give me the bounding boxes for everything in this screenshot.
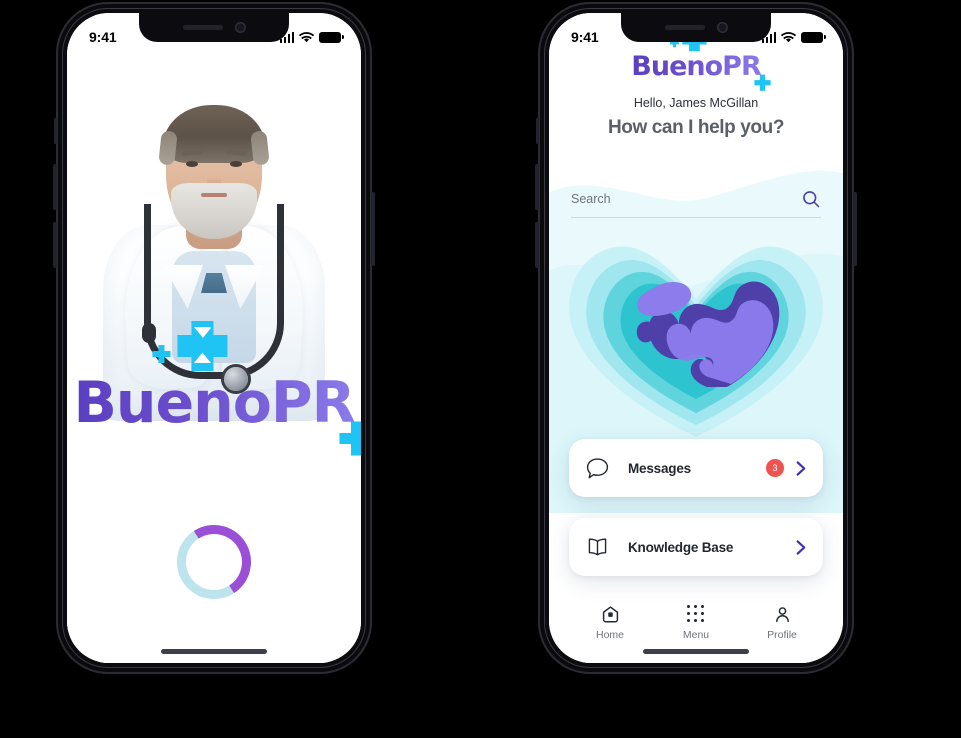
splash-content: BuenoPR xyxy=(67,13,361,663)
front-camera xyxy=(234,22,246,33)
home-screen: BuenoPR Hello, James McGillan How can I … xyxy=(549,13,843,663)
chevron-right-icon[interactable] xyxy=(793,539,808,556)
card-label: Knowledge Base xyxy=(628,539,734,555)
home-icon xyxy=(601,604,620,624)
loading-spinner-icon xyxy=(177,525,251,599)
volume-up-button[interactable] xyxy=(53,164,57,210)
greeting-text: Hello, James McGillan xyxy=(633,96,759,110)
card-label: Messages xyxy=(628,460,691,476)
home-content: BuenoPR Hello, James McGillan How can I … xyxy=(549,13,843,663)
tab-label: Menu xyxy=(682,629,710,641)
screenshot-stage: BuenoPR 9:41 BuenoPR Hello, James McGill… xyxy=(0,0,961,738)
status-badge: 3 xyxy=(766,459,784,477)
open-book-icon xyxy=(584,534,610,560)
hourglass-cross-icon xyxy=(152,321,228,371)
tab-label: Profile xyxy=(767,629,797,641)
home-indicator[interactable] xyxy=(643,649,749,654)
search-bar[interactable] xyxy=(571,189,821,218)
app-logo-splash: BuenoPR xyxy=(73,321,361,456)
earpiece-speaker xyxy=(664,25,705,30)
chat-bubble-icon xyxy=(584,455,610,481)
power-button[interactable] xyxy=(371,192,375,266)
volume-down-button[interactable] xyxy=(535,222,539,268)
phone-device-left: BuenoPR 9:41 xyxy=(53,2,375,674)
grid-dots-icon xyxy=(687,604,705,624)
app-logo-home: BuenoPR xyxy=(631,26,771,91)
volume-down-button[interactable] xyxy=(53,222,57,268)
cross-icon xyxy=(754,74,771,91)
chevron-right-icon[interactable] xyxy=(793,460,808,477)
volume-up-button[interactable] xyxy=(535,164,539,210)
power-button[interactable] xyxy=(853,192,857,266)
splash-screen: BuenoPR 9:41 xyxy=(67,13,361,663)
heart-graphic xyxy=(569,246,823,437)
silent-switch[interactable] xyxy=(536,118,539,144)
search-icon[interactable] xyxy=(801,189,821,209)
home-indicator[interactable] xyxy=(161,649,267,654)
tab-menu[interactable]: Menu xyxy=(653,604,739,641)
device-notch xyxy=(139,13,289,42)
device-notch xyxy=(621,13,771,42)
quick-action-cards: Messages 3 Knowledge Base xyxy=(569,439,823,576)
cross-icon xyxy=(339,421,361,456)
card-messages[interactable]: Messages 3 xyxy=(569,439,823,497)
layered-heart-illustration xyxy=(549,209,843,439)
tab-home[interactable]: Home xyxy=(567,604,653,641)
phone-device-right: BuenoPR Hello, James McGillan How can I … xyxy=(535,2,857,674)
card-knowledge-base[interactable]: Knowledge Base xyxy=(569,518,823,576)
tab-label: Home xyxy=(595,629,624,641)
search-input[interactable] xyxy=(571,192,766,206)
earpiece-speaker xyxy=(182,25,223,30)
page-title: How can I help you? xyxy=(607,117,785,138)
home-header: BuenoPR Hello, James McGillan How can I … xyxy=(549,26,843,139)
person-icon xyxy=(773,604,792,624)
silent-switch[interactable] xyxy=(54,118,57,144)
bottom-navigation: Home Menu Profile xyxy=(549,604,843,641)
front-camera xyxy=(716,22,728,33)
tab-profile[interactable]: Profile xyxy=(739,604,825,641)
